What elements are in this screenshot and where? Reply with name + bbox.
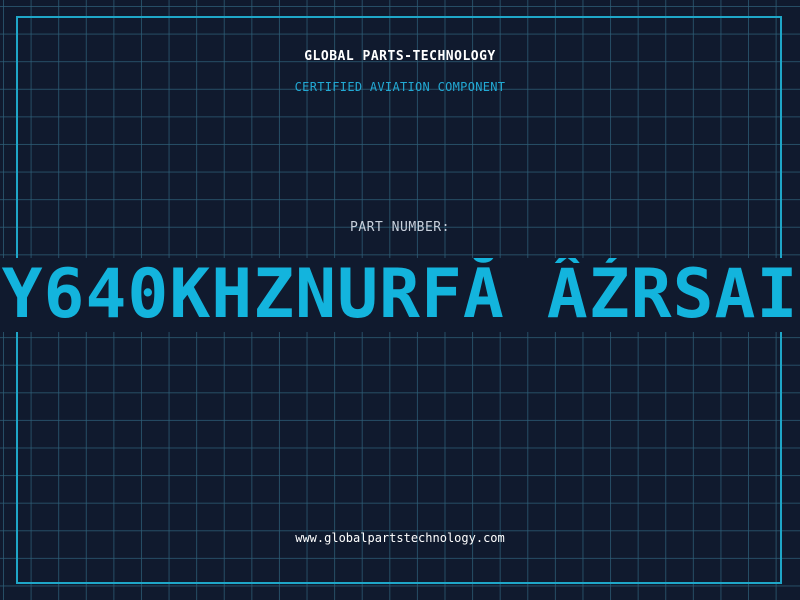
part-number-label: PART NUMBER: <box>350 220 450 235</box>
part-number-band: Y640KHZNURFĂ ÂŹRSAI <box>0 258 800 332</box>
brand-subtitle: CERTIFIED AVIATION COMPONENT <box>294 80 506 94</box>
website-url[interactable]: www.globalpartstechnology.com <box>0 531 800 545</box>
part-number-value: Y640KHZNURFĂ ÂŹRSAI <box>1 258 799 332</box>
brand-title: GLOBAL PARTS-TECHNOLOGY <box>304 49 496 64</box>
